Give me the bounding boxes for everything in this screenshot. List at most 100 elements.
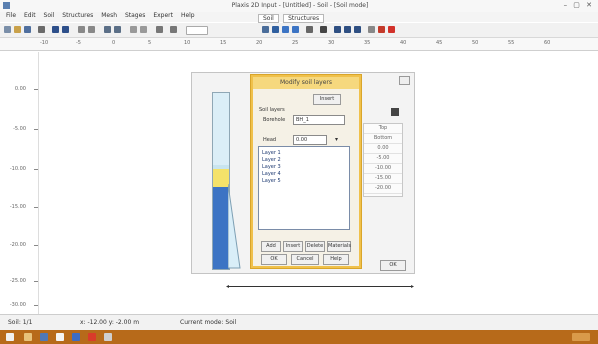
anchor-tool-icon[interactable]: [354, 26, 361, 33]
list-item[interactable]: Layer 2: [262, 157, 281, 163]
ruler-h-label: 30: [328, 40, 335, 46]
load-tool-icon[interactable]: [306, 26, 313, 33]
dialog-title: Modify soil layers: [253, 77, 359, 89]
list-item[interactable]: Layer 5: [262, 178, 281, 184]
start-icon[interactable]: [6, 333, 14, 341]
window-controls[interactable]: – ▢ ✕: [564, 1, 594, 9]
menu-expert[interactable]: Expert: [153, 12, 173, 19]
system-tray-icon[interactable]: [572, 333, 590, 341]
insert-top-button[interactable]: Insert: [313, 94, 341, 105]
taskbar-app-icon[interactable]: [56, 333, 64, 341]
chart-icon[interactable]: [170, 26, 177, 33]
insert-button[interactable]: Insert: [283, 241, 303, 252]
ruler-h-label: -5: [76, 40, 81, 46]
taskbar-app-icon[interactable]: [88, 333, 96, 341]
water-tool-icon[interactable]: [292, 26, 299, 33]
horizontal-axis-line: ◂ ▸: [226, 283, 414, 290]
material-tool-icon[interactable]: [282, 26, 289, 33]
menu-stages[interactable]: Stages: [125, 12, 145, 19]
help-button[interactable]: Help: [323, 254, 349, 265]
save-icon[interactable]: [24, 26, 31, 33]
soil-layer-3[interactable]: [213, 169, 229, 187]
taskbar-app-icon[interactable]: [24, 333, 32, 341]
taskbar-app-icon[interactable]: [40, 333, 48, 341]
ruler-h-label: 5: [148, 40, 152, 46]
add-button[interactable]: Add: [261, 241, 281, 252]
taskbar-app-icon[interactable]: [104, 333, 112, 341]
menu-file[interactable]: File: [6, 12, 16, 19]
table-cell[interactable]: -15.00: [364, 174, 402, 184]
delete-tool-icon[interactable]: [378, 26, 385, 33]
redo-icon[interactable]: [62, 26, 69, 33]
table-cell[interactable]: -20.00: [364, 184, 402, 194]
soil-layer-4[interactable]: [213, 187, 229, 269]
interface-tool-icon[interactable]: [368, 26, 375, 33]
status-coords: x: -12.00 y: -2.00 m: [80, 319, 140, 326]
ruler-h-label: -10: [40, 40, 49, 46]
table-cell[interactable]: 0.00: [364, 144, 402, 154]
list-item[interactable]: Layer 4: [262, 171, 281, 177]
ruler-v-label: -30.00: [9, 302, 26, 308]
head-label: Head: [263, 137, 277, 143]
menu-help[interactable]: Help: [181, 12, 195, 19]
ruler-h-label: 50: [472, 40, 479, 46]
ruler-h-label: 10: [184, 40, 191, 46]
line-tool-icon[interactable]: [334, 26, 341, 33]
ruler-v-label: -5.00: [13, 126, 26, 132]
ruler-h-label: 40: [400, 40, 407, 46]
toolbar: [0, 23, 598, 38]
head-input[interactable]: 0.00: [293, 135, 327, 145]
pan-icon[interactable]: [88, 26, 95, 33]
grid-icon[interactable]: [130, 26, 137, 33]
print-icon[interactable]: [38, 26, 45, 33]
status-left: Soil: 1/1: [8, 319, 33, 326]
snap-icon[interactable]: [140, 26, 147, 33]
table-header-cell: Bottom: [364, 134, 402, 144]
table-cell[interactable]: -5.00: [364, 154, 402, 164]
ruler-v-label: -20.00: [9, 242, 26, 248]
zoom-out-icon[interactable]: [114, 26, 121, 33]
app-icon: [3, 2, 10, 9]
panel-ok-button[interactable]: OK: [380, 260, 406, 271]
layer-icon: [391, 108, 399, 116]
zoom-in-icon[interactable]: [104, 26, 111, 33]
point-tool-icon[interactable]: [320, 26, 327, 33]
list-item[interactable]: Layer 3: [262, 164, 281, 170]
ruler-h-label: 15: [220, 40, 227, 46]
tab-soil[interactable]: Soil: [258, 14, 279, 23]
open-icon[interactable]: [14, 26, 21, 33]
menu-edit[interactable]: Edit: [24, 12, 36, 19]
menu-soil[interactable]: Soil: [44, 12, 55, 19]
plate-tool-icon[interactable]: [344, 26, 351, 33]
menu-structures[interactable]: Structures: [62, 12, 93, 19]
delete-button[interactable]: Delete: [305, 241, 325, 252]
tab-structures[interactable]: Structures: [283, 14, 325, 23]
select-icon[interactable]: [78, 26, 85, 33]
taskbar: [0, 330, 598, 344]
panel-close-icon[interactable]: [399, 76, 410, 85]
undo-icon[interactable]: [52, 26, 59, 33]
chevron-down-icon[interactable]: ▾: [335, 136, 338, 143]
list-item[interactable]: Layer 1: [262, 150, 281, 156]
stop-tool-icon[interactable]: [388, 26, 395, 33]
materials-button[interactable]: Materials: [327, 241, 351, 252]
new-icon[interactable]: [4, 26, 11, 33]
borehole-select[interactable]: BH_1: [293, 115, 345, 125]
ok-button[interactable]: OK: [261, 254, 287, 265]
borehole-tool-icon[interactable]: [262, 26, 269, 33]
arrow-left-icon: ◂: [226, 283, 230, 290]
soil-layer-1[interactable]: [213, 93, 229, 165]
zoom-select[interactable]: [186, 26, 208, 35]
table-icon[interactable]: [156, 26, 163, 33]
menu-mesh[interactable]: Mesh: [101, 12, 117, 19]
ruler-h-label: 45: [436, 40, 443, 46]
table-header-cell: Top: [364, 124, 402, 134]
layer-tool-icon[interactable]: [272, 26, 279, 33]
soil-layer-list: Layer 1 Layer 2 Layer 3 Layer 4 Layer 5: [258, 146, 350, 230]
ruler-h-label: 55: [508, 40, 515, 46]
arrow-right-icon: ▸: [410, 283, 414, 290]
taskbar-app-icon[interactable]: [72, 333, 80, 341]
table-cell[interactable]: -10.00: [364, 164, 402, 174]
cancel-button[interactable]: Cancel: [291, 254, 319, 265]
status-info: Current mode: Soil: [180, 319, 237, 326]
